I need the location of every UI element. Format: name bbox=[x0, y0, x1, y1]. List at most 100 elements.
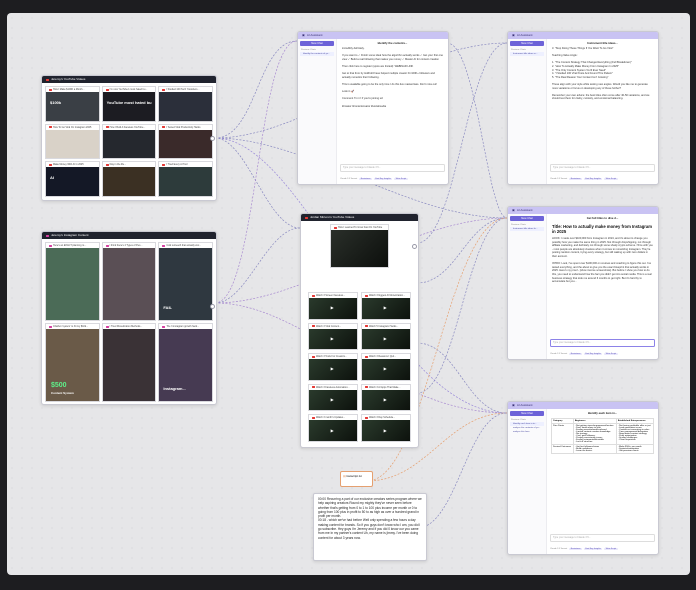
reel-card[interactable]: I think there's 4 Types of Peo... bbox=[101, 242, 157, 321]
youtube-icon bbox=[312, 386, 315, 389]
brainstorm-chip[interactable]: Brainstorm bbox=[359, 178, 372, 180]
video-thumbnail: ▶ bbox=[309, 389, 357, 411]
reel-card[interactable]: Here's an EXACT planning ro... bbox=[45, 242, 100, 321]
chat-header[interactable]: ▣ AI Assistant bbox=[508, 32, 658, 39]
table-cell: Pain Points bbox=[551, 423, 574, 445]
instagram-content-node[interactable]: Jeremy's Instagram Content Here's an EXA… bbox=[41, 231, 217, 405]
chat-history-item[interactable]: Instrument title ideas re... bbox=[510, 52, 544, 56]
reel-card[interactable]: I Tried Monetization Methods... bbox=[101, 323, 157, 402]
model-selector[interactable]: Claude 3.5 Sonnet bbox=[550, 178, 567, 180]
script-chip[interactable]: Write Script bbox=[604, 353, 618, 355]
competitor-video-card[interactable]: Watch 5 Instagram Hacks... ▶ bbox=[361, 322, 411, 351]
insights-chip[interactable]: Find Key Insights bbox=[583, 353, 603, 355]
competitor-video-card[interactable]: Watch 3 Viral Content... ▶ bbox=[308, 322, 358, 351]
competitor-video-card[interactable]: Watch 3 month's Updates... ▶ bbox=[308, 414, 358, 442]
model-selector[interactable]: Claude 3.5 Sonnet bbox=[550, 353, 567, 355]
output-port[interactable] bbox=[210, 136, 215, 141]
youtube-icon bbox=[46, 78, 49, 81]
new-chat-button[interactable]: New Chat bbox=[510, 216, 544, 221]
chat-header[interactable]: ▣ AI Assistant bbox=[508, 402, 658, 409]
transcript-file-node[interactable]: ▤ transcript.txt bbox=[340, 471, 373, 487]
chat-history-item[interactable]: analyse this here bbox=[510, 430, 544, 434]
chat-history-item[interactable]: Identify the contents of yo... bbox=[300, 52, 334, 56]
video-card[interactable]: How I Make $100K a Month... $100k bbox=[45, 86, 100, 122]
youtube-icon bbox=[162, 126, 166, 129]
video-thumbnail: FAIL bbox=[159, 248, 212, 320]
reel-card[interactable]: Chatbot 'system' to hit my $10k... $500 Co… bbox=[45, 323, 100, 402]
video-thumbnail bbox=[159, 129, 212, 159]
instagram-icon bbox=[162, 325, 166, 328]
video-card[interactable]: How To Go Viral On Instagram 2025 bbox=[45, 123, 100, 160]
play-icon: ▶ bbox=[330, 366, 334, 372]
youtube-icon bbox=[312, 294, 315, 297]
youtube-icon bbox=[105, 163, 109, 166]
reel-card[interactable]: Cold outreach that actually wor... FAIL bbox=[158, 242, 213, 321]
brainstorm-chip[interactable]: Brainstorm bbox=[569, 178, 582, 180]
chat-header[interactable]: ▣ AI Assistant bbox=[508, 207, 658, 214]
brainstorm-chip[interactable]: Brainstorm bbox=[569, 548, 582, 550]
reel-card[interactable]: The 3 instagram growth hack... Instagram.… bbox=[158, 323, 213, 402]
chat-input[interactable]: Type your message to Claude 3.5... bbox=[550, 534, 655, 542]
output-port[interactable] bbox=[412, 244, 417, 249]
workflow-canvas[interactable]: Jeremy's YouTube Videos How I Make $100K… bbox=[7, 13, 690, 575]
transcript-text: 00:00 Recurring a part of our exclusive … bbox=[318, 497, 422, 540]
chat-input[interactable]: Type your message to Claude 3.5... bbox=[340, 164, 445, 172]
competitor-video-card[interactable]: Watch 3 Tools For Creators... ▶ bbox=[308, 353, 358, 381]
thumbnail-text: Content System bbox=[51, 391, 74, 395]
script-chip[interactable]: Write Script bbox=[604, 178, 618, 180]
thumbnail-text: $100k bbox=[50, 100, 62, 105]
table-row: Desired Outcomes - Get first followers/v… bbox=[551, 444, 655, 454]
chat-node-1[interactable]: ▣ AI Assistant New Chat Previous Chats Id… bbox=[297, 31, 449, 185]
chat-node-3[interactable]: ▣ AI Assistant New Chat Previous Chats In… bbox=[507, 206, 659, 360]
chat-footer: Claude 3.5 Sonnet Brainstorm Find Key In… bbox=[550, 177, 655, 181]
transcript-node[interactable]: 00:00 Recurring a part of our exclusive … bbox=[313, 493, 427, 561]
video-card[interactable]: I'm now YouTube's most hated bu... YouTub… bbox=[101, 86, 157, 122]
model-selector[interactable]: Claude 3.5 Sonnet bbox=[340, 178, 357, 180]
video-thumbnail: Instagram... bbox=[159, 329, 212, 401]
brainstorm-chip[interactable]: Brainstorm bbox=[569, 353, 582, 355]
competitor-video-card[interactable]: Watch 3 Reasons I Quit... ▶ bbox=[361, 353, 411, 381]
competitor-node-header[interactable]: Jordan Mizuno's YouTube Videos bbox=[301, 214, 418, 221]
video-card[interactable]: How I Built A Faceless YouTube... bbox=[101, 123, 157, 160]
video-thumbnail: ▶ bbox=[309, 420, 357, 441]
chat-node-2[interactable]: ▣ AI Assistant New Chat Previous Chats In… bbox=[507, 31, 659, 185]
chat-input[interactable]: Type your message to Claude 3.5... bbox=[550, 339, 655, 347]
chat-history-item[interactable]: Instrument title ideas fo... bbox=[510, 227, 544, 231]
table-row: Pain Points - Not getting views/engageme… bbox=[551, 423, 655, 445]
instagram-node-header[interactable]: Jeremy's Instagram Content bbox=[42, 232, 216, 239]
script-chip[interactable]: Write Script bbox=[394, 178, 408, 180]
video-thumbnail: ▶ bbox=[362, 298, 410, 319]
insights-chip[interactable]: Find Key Insights bbox=[583, 178, 603, 180]
competitor-video-card[interactable]: Watch 3 Day Schedule... ▶ bbox=[361, 414, 411, 442]
chat-node-4[interactable]: ▣ AI Assistant New Chat Previous Chats Id… bbox=[507, 401, 659, 555]
competitor-video-card[interactable]: Watch 3 Faceless Automation... ▶ bbox=[308, 383, 358, 412]
youtube-node-header[interactable]: Jeremy's YouTube Videos bbox=[42, 76, 216, 83]
competitor-video-card[interactable]: Watch 3 AI Apps That Make... ▶ bbox=[361, 383, 411, 412]
competitor-video-card[interactable]: Watch 3 Screen Faceless... ▶ bbox=[308, 292, 358, 320]
youtube-videos-node[interactable]: Jeremy's YouTube Videos How I Make $100K… bbox=[41, 75, 217, 201]
video-card[interactable]: Day in the life... bbox=[101, 161, 157, 197]
chat-header[interactable]: ▣ AI Assistant bbox=[298, 32, 448, 39]
insights-chip[interactable]: Find Key Insights bbox=[373, 178, 393, 180]
video-card[interactable]: Make Money With AI In 2025 AI bbox=[45, 161, 100, 197]
script-chip[interactable]: Write Script bbox=[604, 548, 618, 550]
featured-video-card[interactable]: How I Learned To Grow Fast On YouTube bbox=[330, 224, 389, 268]
video-thumbnail: YouTube most hated bu bbox=[102, 92, 156, 121]
new-chat-button[interactable]: New Chat bbox=[510, 41, 544, 46]
new-chat-button[interactable]: New Chat bbox=[510, 411, 544, 416]
video-card[interactable]: I Tried Every AI Tool bbox=[158, 161, 213, 197]
insights-chip[interactable]: Find Key Insights bbox=[583, 548, 603, 550]
chat-main: Get full titles to dive d... Title: How … bbox=[547, 214, 658, 359]
chat-input[interactable]: Type your message to Claude 3.5... bbox=[550, 164, 655, 172]
instagram-video-grid: Here's an EXACT planning ro... I think th… bbox=[45, 242, 213, 402]
competitor-video-card[interactable]: Watch 3 biggest AI Monetization... ▶ bbox=[361, 292, 411, 320]
output-port[interactable] bbox=[210, 304, 215, 309]
competitor-videos-node[interactable]: Jordan Mizuno's YouTube Videos How I Lea… bbox=[300, 213, 419, 448]
video-card[interactable]: I Studied 100 Tech Youtubers... bbox=[158, 86, 213, 122]
new-chat-button[interactable]: New Chat bbox=[300, 41, 334, 46]
video-card[interactable]: I Tested Viral Productivity Hacks bbox=[158, 123, 213, 160]
play-icon: ▶ bbox=[330, 397, 334, 402]
model-selector[interactable]: Claude 3.5 Sonnet bbox=[550, 548, 567, 550]
comparison-table-wrap: Category Beginners Established Entrepren… bbox=[547, 415, 658, 521]
play-icon: ▶ bbox=[383, 427, 387, 433]
